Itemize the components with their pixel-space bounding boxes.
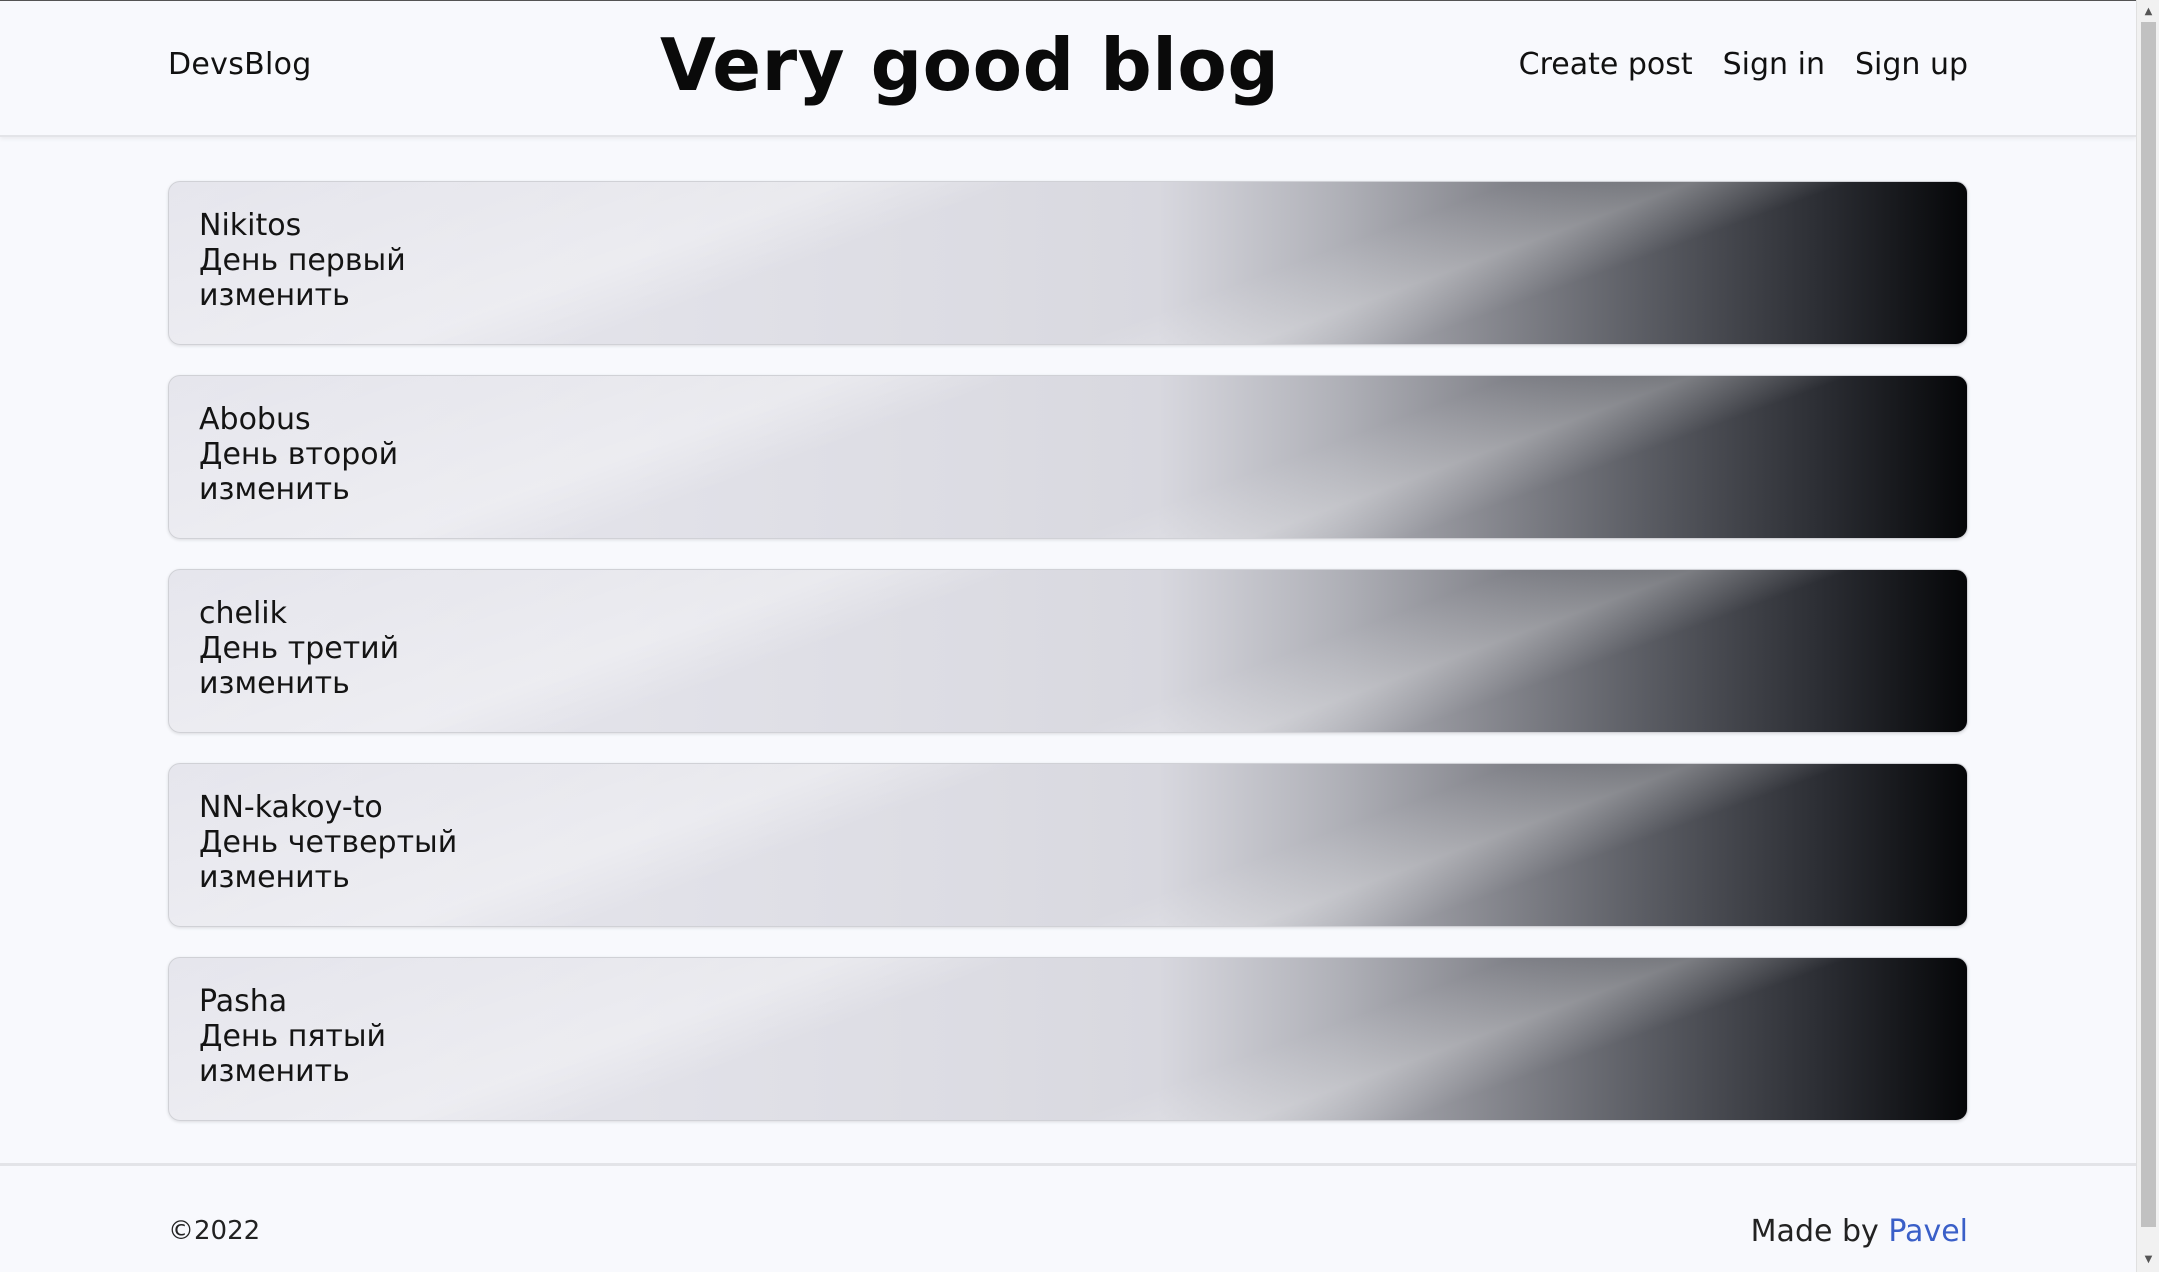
made-by-prefix: Made by	[1750, 1214, 1889, 1249]
post-author: Pasha	[199, 984, 288, 1019]
nav-sign-up[interactable]: Sign up	[1855, 47, 1968, 82]
site-title: Very good blog	[660, 23, 1280, 107]
post-edit-link[interactable]: изменить	[199, 472, 1937, 507]
post-card[interactable]: NN-kakoy-to День четвертый изменить	[168, 763, 1968, 927]
nav-sign-in[interactable]: Sign in	[1723, 47, 1825, 82]
main-nav: Create post Sign in Sign up	[1519, 47, 1968, 82]
author-link[interactable]: Pavel	[1888, 1214, 1968, 1249]
post-edit-link[interactable]: изменить	[199, 1054, 1937, 1089]
post-title: День второй	[199, 437, 399, 472]
post-title: День третий	[199, 631, 400, 666]
post-author: Nikitos	[199, 208, 302, 243]
scroll-thumb[interactable]	[2141, 22, 2156, 1227]
post-author: chelik	[199, 596, 288, 631]
post-edit-link[interactable]: изменить	[199, 666, 1937, 701]
post-card[interactable]: Abobus День второй изменить	[168, 375, 1968, 539]
site-footer: ©2022 Made by Pavel	[0, 1163, 2136, 1272]
post-edit-link[interactable]: изменить	[199, 278, 1937, 313]
post-edit-link[interactable]: изменить	[199, 860, 1937, 895]
scroll-up-arrow-icon[interactable]: ▲	[2137, 2, 2159, 22]
post-title: День пятый	[199, 1019, 387, 1054]
vertical-scrollbar[interactable]: ▲ ▼	[2136, 0, 2159, 1272]
nav-create-post[interactable]: Create post	[1519, 47, 1693, 82]
brand-link[interactable]: DevsBlog	[168, 47, 312, 82]
copyright-text: ©2022	[168, 1216, 261, 1246]
post-card[interactable]: Pasha День пятый изменить	[168, 957, 1968, 1121]
post-title: День четвертый	[199, 825, 458, 860]
post-author: Abobus	[199, 402, 311, 437]
page: DevsBlog Very good blog Create post Sign…	[0, 0, 2136, 1272]
post-card[interactable]: Nikitos День первый изменить	[168, 181, 1968, 345]
scroll-down-arrow-icon[interactable]: ▼	[2137, 1250, 2159, 1270]
post-title: День первый	[199, 243, 406, 278]
post-list: Nikitos День первый изменить Abobus День…	[168, 181, 1968, 1151]
made-by-text: Made by Pavel	[1751, 1214, 1968, 1249]
site-header: DevsBlog Very good blog Create post Sign…	[0, 1, 2136, 137]
post-author: NN-kakoy-to	[199, 790, 383, 825]
post-card[interactable]: chelik День третий изменить	[168, 569, 1968, 733]
